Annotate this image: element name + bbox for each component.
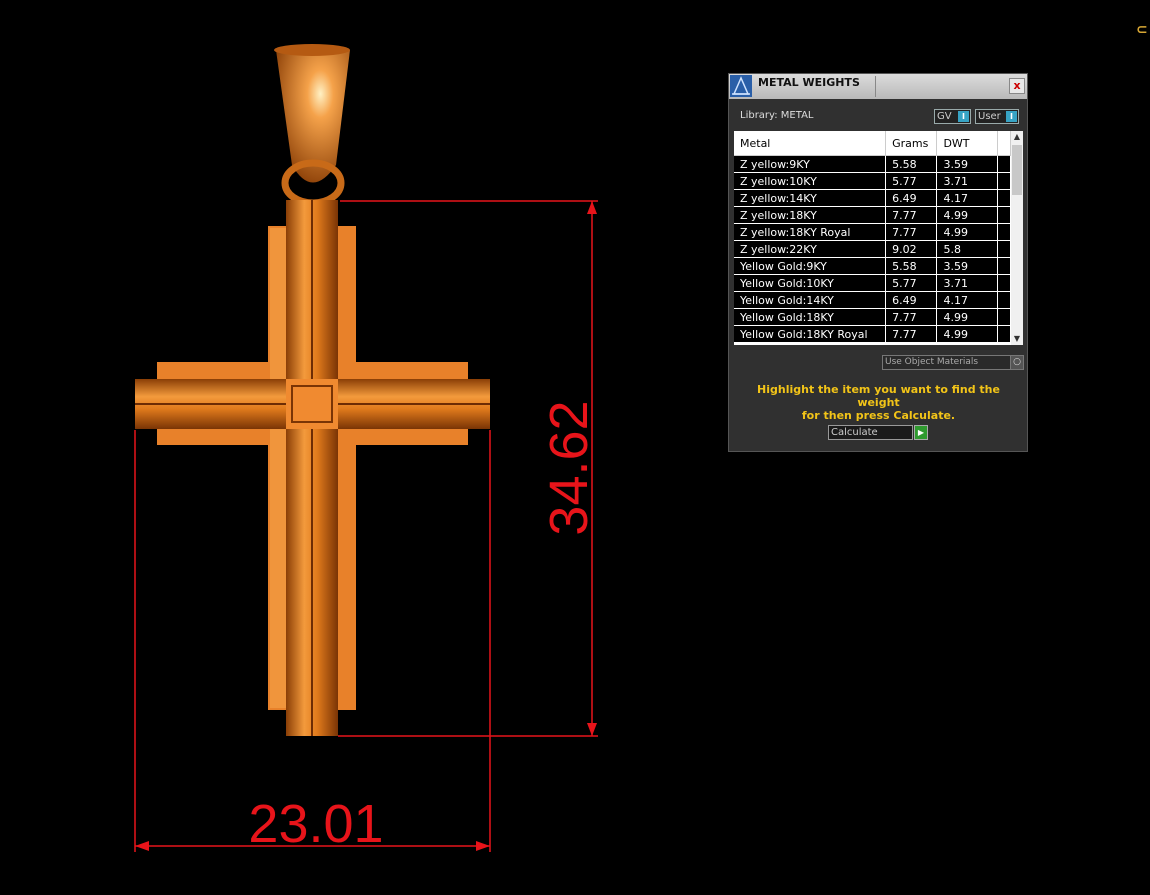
metal-cell: Z yellow:22KY <box>734 240 887 258</box>
row-padding-cell <box>997 308 1012 326</box>
column-header-extra <box>997 131 1012 156</box>
column-header-dwt[interactable]: DWT <box>936 131 998 156</box>
table-row[interactable]: Z yellow:14KY 6.49 4.17 <box>734 189 1012 207</box>
dwt-cell: 5.8 <box>936 240 998 258</box>
grams-cell: 6.49 <box>885 291 938 309</box>
gv-switch: I <box>958 111 969 122</box>
dwt-cell: 3.71 <box>936 172 998 190</box>
dwt-cell: 3.71 <box>936 274 998 292</box>
grams-cell: 6.49 <box>885 189 938 207</box>
grams-cell: 9.02 <box>885 240 938 258</box>
table-row[interactable]: Yellow Gold:14KY 6.49 4.17 <box>734 291 1012 309</box>
metal-cell: Yellow Gold:14KY <box>734 291 887 309</box>
dwt-cell: 4.99 <box>936 325 998 343</box>
table-row[interactable]: Yellow Gold:18KY Royal 7.77 4.99 <box>734 325 1012 343</box>
dwt-cell: 3.59 <box>936 155 998 173</box>
column-header-metal[interactable]: Metal <box>734 131 887 156</box>
calculate-button[interactable]: ▶ <box>914 425 928 440</box>
scroll-up-icon[interactable]: ▲ <box>1011 131 1023 143</box>
dwt-cell: 4.99 <box>936 223 998 241</box>
cross-pendant[interactable] <box>135 44 490 736</box>
metal-cell: Yellow Gold:18KY Royal <box>734 325 887 343</box>
table-row[interactable]: Z yellow:10KY 5.77 3.71 <box>734 172 1012 190</box>
panel-titlebar[interactable]: METAL WEIGHTS x <box>729 74 1027 99</box>
dwt-cell: 4.17 <box>936 291 998 309</box>
metal-cell: Z yellow:18KY <box>734 206 887 224</box>
calculate-field[interactable]: Calculate <box>828 425 913 440</box>
row-padding-cell <box>997 240 1012 258</box>
grams-cell: 7.77 <box>885 325 938 343</box>
snap-icon[interactable]: ⊂ <box>1136 22 1148 38</box>
dwt-cell: 4.17 <box>936 189 998 207</box>
gv-toggle[interactable]: GV I <box>934 109 971 124</box>
metal-cell: Yellow Gold:18KY <box>734 308 887 326</box>
row-padding-cell <box>997 325 1012 343</box>
row-padding-cell <box>997 257 1012 275</box>
metal-weights-panel: METAL WEIGHTS x Library: METAL GV I User… <box>728 73 1028 452</box>
width-dimension-label: 23.01 <box>248 794 383 854</box>
row-padding-cell <box>997 291 1012 309</box>
grams-cell: 5.77 <box>885 274 938 292</box>
grams-cell: 5.58 <box>885 257 938 275</box>
row-padding-cell <box>997 172 1012 190</box>
table-scrollbar[interactable]: ▲ ▼ <box>1011 131 1023 345</box>
dimension-lines <box>134 200 598 852</box>
grams-cell: 7.77 <box>885 308 938 326</box>
metal-cell: Yellow Gold:9KY <box>734 257 887 275</box>
dwt-cell: 3.59 <box>936 257 998 275</box>
row-padding-cell <box>997 155 1012 173</box>
use-object-materials-field[interactable]: Use Object Materials <box>882 355 1012 370</box>
row-padding-cell <box>997 274 1012 292</box>
table-row[interactable]: Z yellow:22KY 9.02 5.8 <box>734 240 1012 258</box>
metal-cell: Yellow Gold:10KY <box>734 274 887 292</box>
table-row[interactable]: Yellow Gold:9KY 5.58 3.59 <box>734 257 1012 275</box>
dwt-cell: 4.99 <box>936 206 998 224</box>
dwt-cell: 4.99 <box>936 308 998 326</box>
table-row[interactable]: Yellow Gold:18KY 7.77 4.99 <box>734 308 1012 326</box>
grams-cell: 5.77 <box>885 172 938 190</box>
row-padding-cell <box>997 223 1012 241</box>
user-toggle[interactable]: User I <box>975 109 1019 124</box>
titlebar-divider <box>875 76 876 97</box>
grams-cell: 7.77 <box>885 206 938 224</box>
table-row[interactable]: Z yellow:18KY Royal 7.77 4.99 <box>734 223 1012 241</box>
metal-table[interactable]: Metal Grams DWT Z yellow:9KY 5.58 3.59 Z ye… <box>734 131 1023 345</box>
use-object-materials-toggle[interactable]: ○ <box>1010 355 1024 370</box>
table-row[interactable]: Z yellow:9KY 5.58 3.59 <box>734 155 1012 173</box>
grams-cell: 5.58 <box>885 155 938 173</box>
metal-cell: Z yellow:18KY Royal <box>734 223 887 241</box>
library-label: Library: METAL <box>740 110 814 121</box>
row-padding-cell <box>997 189 1012 207</box>
metal-cell: Z yellow:10KY <box>734 172 887 190</box>
user-switch: I <box>1006 111 1017 122</box>
table-row[interactable]: Z yellow:18KY 7.77 4.99 <box>734 206 1012 224</box>
panel-title: METAL WEIGHTS <box>758 76 860 89</box>
table-row[interactable]: Yellow Gold:10KY 5.77 3.71 <box>734 274 1012 292</box>
metal-cell: Z yellow:9KY <box>734 155 887 173</box>
height-dimension-label: 34.62 <box>539 400 599 535</box>
row-padding-cell <box>997 206 1012 224</box>
scroll-thumb[interactable] <box>1012 145 1022 195</box>
instruction-text: Highlight the item you want to find the … <box>757 383 1000 422</box>
column-header-grams[interactable]: Grams <box>885 131 938 156</box>
close-button[interactable]: x <box>1009 78 1025 94</box>
scale-icon <box>730 75 752 97</box>
metal-cell: Z yellow:14KY <box>734 189 887 207</box>
scroll-down-icon[interactable]: ▼ <box>1011 333 1023 345</box>
grams-cell: 7.77 <box>885 223 938 241</box>
